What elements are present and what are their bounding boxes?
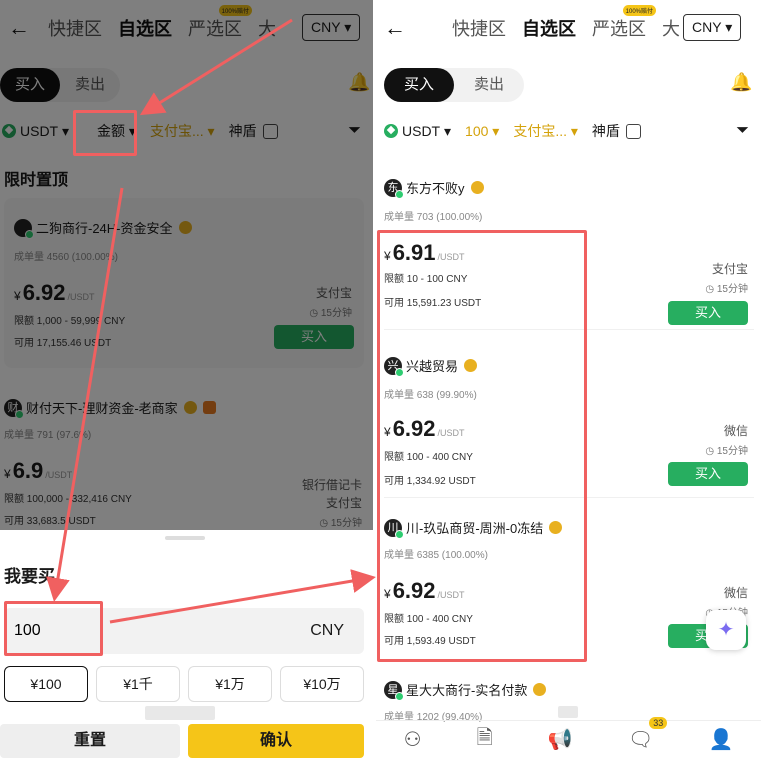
payment-method: 支付宝 xyxy=(711,262,748,276)
blurred-area xyxy=(145,706,215,720)
avatar: 星 xyxy=(384,680,404,701)
sell-tab[interactable]: 卖出 xyxy=(454,68,524,102)
time-limit: ◷ 15分钟 xyxy=(705,284,748,295)
profile-icon[interactable]: 👤 xyxy=(708,727,733,752)
shield-checkbox[interactable] xyxy=(625,123,641,139)
confirm-button[interactable]: 确认 xyxy=(188,724,364,758)
quick-amount-100k[interactable]: ¥10万 xyxy=(280,666,364,702)
quick-amount-100[interactable]: ¥100 xyxy=(4,666,88,702)
bell-icon[interactable]: 🔔 xyxy=(730,72,752,93)
buy-tab[interactable]: 买入 xyxy=(384,68,454,102)
merchant-name-row: 东东方不败y xyxy=(384,178,484,199)
payment-method: 微信 xyxy=(723,424,748,438)
buy-button[interactable]: 买入 xyxy=(668,301,748,325)
merchant-name[interactable]: 星大大商行-实名付款 xyxy=(406,680,527,699)
back-arrow-icon[interactable]: ← xyxy=(384,15,424,41)
shield-label: 神盾 xyxy=(591,123,620,139)
merchant-name-row: 星星大大商行-实名付款 xyxy=(384,680,547,701)
payment-filter[interactable]: 支付宝... ▾ xyxy=(513,121,578,141)
filter-bar: USDT ▾ 100 ▾ 支付宝... ▾ 神盾 ⏷ xyxy=(376,116,761,146)
orders-icon[interactable]: 🗎 xyxy=(477,723,493,757)
tab-large[interactable]: 大 xyxy=(662,15,680,41)
ai-assistant-icon[interactable]: ✦ xyxy=(706,610,746,650)
highlight-amount-input xyxy=(4,601,103,656)
merchant-card: 星星大大商行-实名付款 成单量 1202 (99.40%) xyxy=(384,676,754,723)
blurred-area xyxy=(558,706,578,718)
highlight-price-list xyxy=(377,230,587,662)
time-limit-value: 15分钟 xyxy=(716,446,748,457)
highlight-amount-filter xyxy=(73,110,137,156)
time-limit: ◷ 15分钟 xyxy=(705,446,748,457)
shield-filter[interactable]: 神盾 xyxy=(592,121,641,141)
currency-select[interactable]: CNY ▾ xyxy=(683,14,742,41)
tab-custom[interactable]: 自选区 xyxy=(522,15,576,41)
tab-selected-label: 严选区 xyxy=(592,19,646,39)
buy-button[interactable]: 买入 xyxy=(668,462,748,486)
sheet-handle[interactable] xyxy=(165,536,205,540)
funnel-icon[interactable]: ⏷ xyxy=(736,122,749,140)
amount-currency: CNY xyxy=(310,622,344,639)
bottom-nav: ⚇ 🗎 📢 🗨 33 👤 xyxy=(376,717,761,758)
verified-icon xyxy=(533,683,547,696)
coin-filter[interactable]: USDT ▾ xyxy=(384,123,451,140)
left-screen: ← 快捷区 自选区 严选区100%赔付 大 CNY ▾ 买入 卖出 🔔 USDT… xyxy=(0,0,373,758)
order-stats: 成单量 703 (100.00%) xyxy=(384,212,483,223)
usdt-icon xyxy=(384,124,398,138)
tab-quick[interactable]: 快捷区 xyxy=(452,15,506,41)
amount-label: 100 xyxy=(465,123,489,139)
avatar: 东 xyxy=(384,178,404,199)
dim-overlay[interactable] xyxy=(0,0,373,530)
chat-icon[interactable]: 🗨 33 xyxy=(628,717,668,752)
merchant-name[interactable]: 东方不败y xyxy=(406,178,465,197)
unread-badge: 33 xyxy=(649,717,668,729)
quick-amount-1k[interactable]: ¥1千 xyxy=(96,666,180,702)
payment-method: 微信 xyxy=(723,586,748,600)
sheet-title: 我要买 xyxy=(4,567,55,586)
announce-icon[interactable]: 📢 xyxy=(548,727,573,752)
buy-sell-toggle: 买入 卖出 xyxy=(384,68,524,102)
time-limit-value: 15分钟 xyxy=(716,284,748,295)
verified-icon xyxy=(470,181,484,194)
users-icon[interactable]: ⚇ xyxy=(404,727,422,752)
tab-selected[interactable]: 严选区 100%赔付 xyxy=(592,5,656,41)
payment-label: 支付宝... xyxy=(513,123,567,139)
quick-amount-10k[interactable]: ¥1万 xyxy=(188,666,272,702)
amount-filter[interactable]: 100 ▾ xyxy=(465,123,499,140)
guarantee-badge: 100%赔付 xyxy=(622,5,656,16)
currency-label: CNY xyxy=(692,19,722,35)
coin-label: USDT xyxy=(402,123,441,139)
right-screen: ← 快捷区 自选区 严选区 100%赔付 大 CNY ▾ 买入 卖出 🔔 USDT… xyxy=(376,0,761,758)
reset-button[interactable]: 重置 xyxy=(0,724,180,758)
